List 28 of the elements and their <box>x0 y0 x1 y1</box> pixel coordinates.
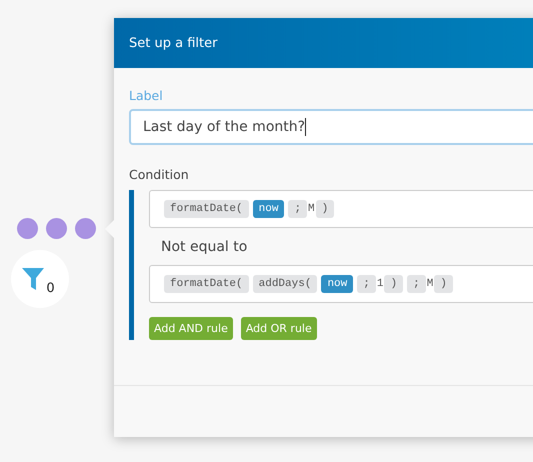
module-dot[interactable] <box>74 218 96 239</box>
filter-node[interactable]: 0 <box>11 250 69 308</box>
field-label: Label <box>129 88 163 103</box>
separator-token: ; <box>357 275 376 293</box>
filter-count: 0 <box>46 281 55 296</box>
label-input[interactable]: Last day of the month? <box>129 109 533 145</box>
expression-field[interactable]: formatDate( now ; M ) <box>149 190 533 228</box>
function-token: formatDate( <box>164 275 249 293</box>
separator-token: ) <box>384 275 404 293</box>
value-token: M <box>308 202 315 217</box>
module-dot[interactable] <box>16 218 38 239</box>
condition-label: Condition <box>129 167 189 182</box>
separator-token: ) <box>434 275 453 293</box>
value-token: 1 <box>376 277 384 292</box>
funnel-icon <box>21 266 46 292</box>
variable-token: now <box>252 200 284 218</box>
separator-token: ; <box>288 200 308 218</box>
function-token: formatDate( <box>164 200 249 218</box>
dialog-title: Set up a filter <box>129 36 218 50</box>
input-value: Last day of the month? <box>143 119 306 135</box>
function-token: addDays( <box>252 275 318 293</box>
module-dot[interactable] <box>46 218 66 239</box>
separator-token: ) <box>316 200 334 218</box>
value-token: M <box>426 277 434 292</box>
variable-token: now <box>321 275 354 293</box>
operator-label[interactable]: Not equal to <box>161 239 248 255</box>
expression-field[interactable]: formatDate( addDays( now ; 1 ) ; M ) <box>149 265 533 303</box>
separator-token: ; <box>407 275 426 293</box>
